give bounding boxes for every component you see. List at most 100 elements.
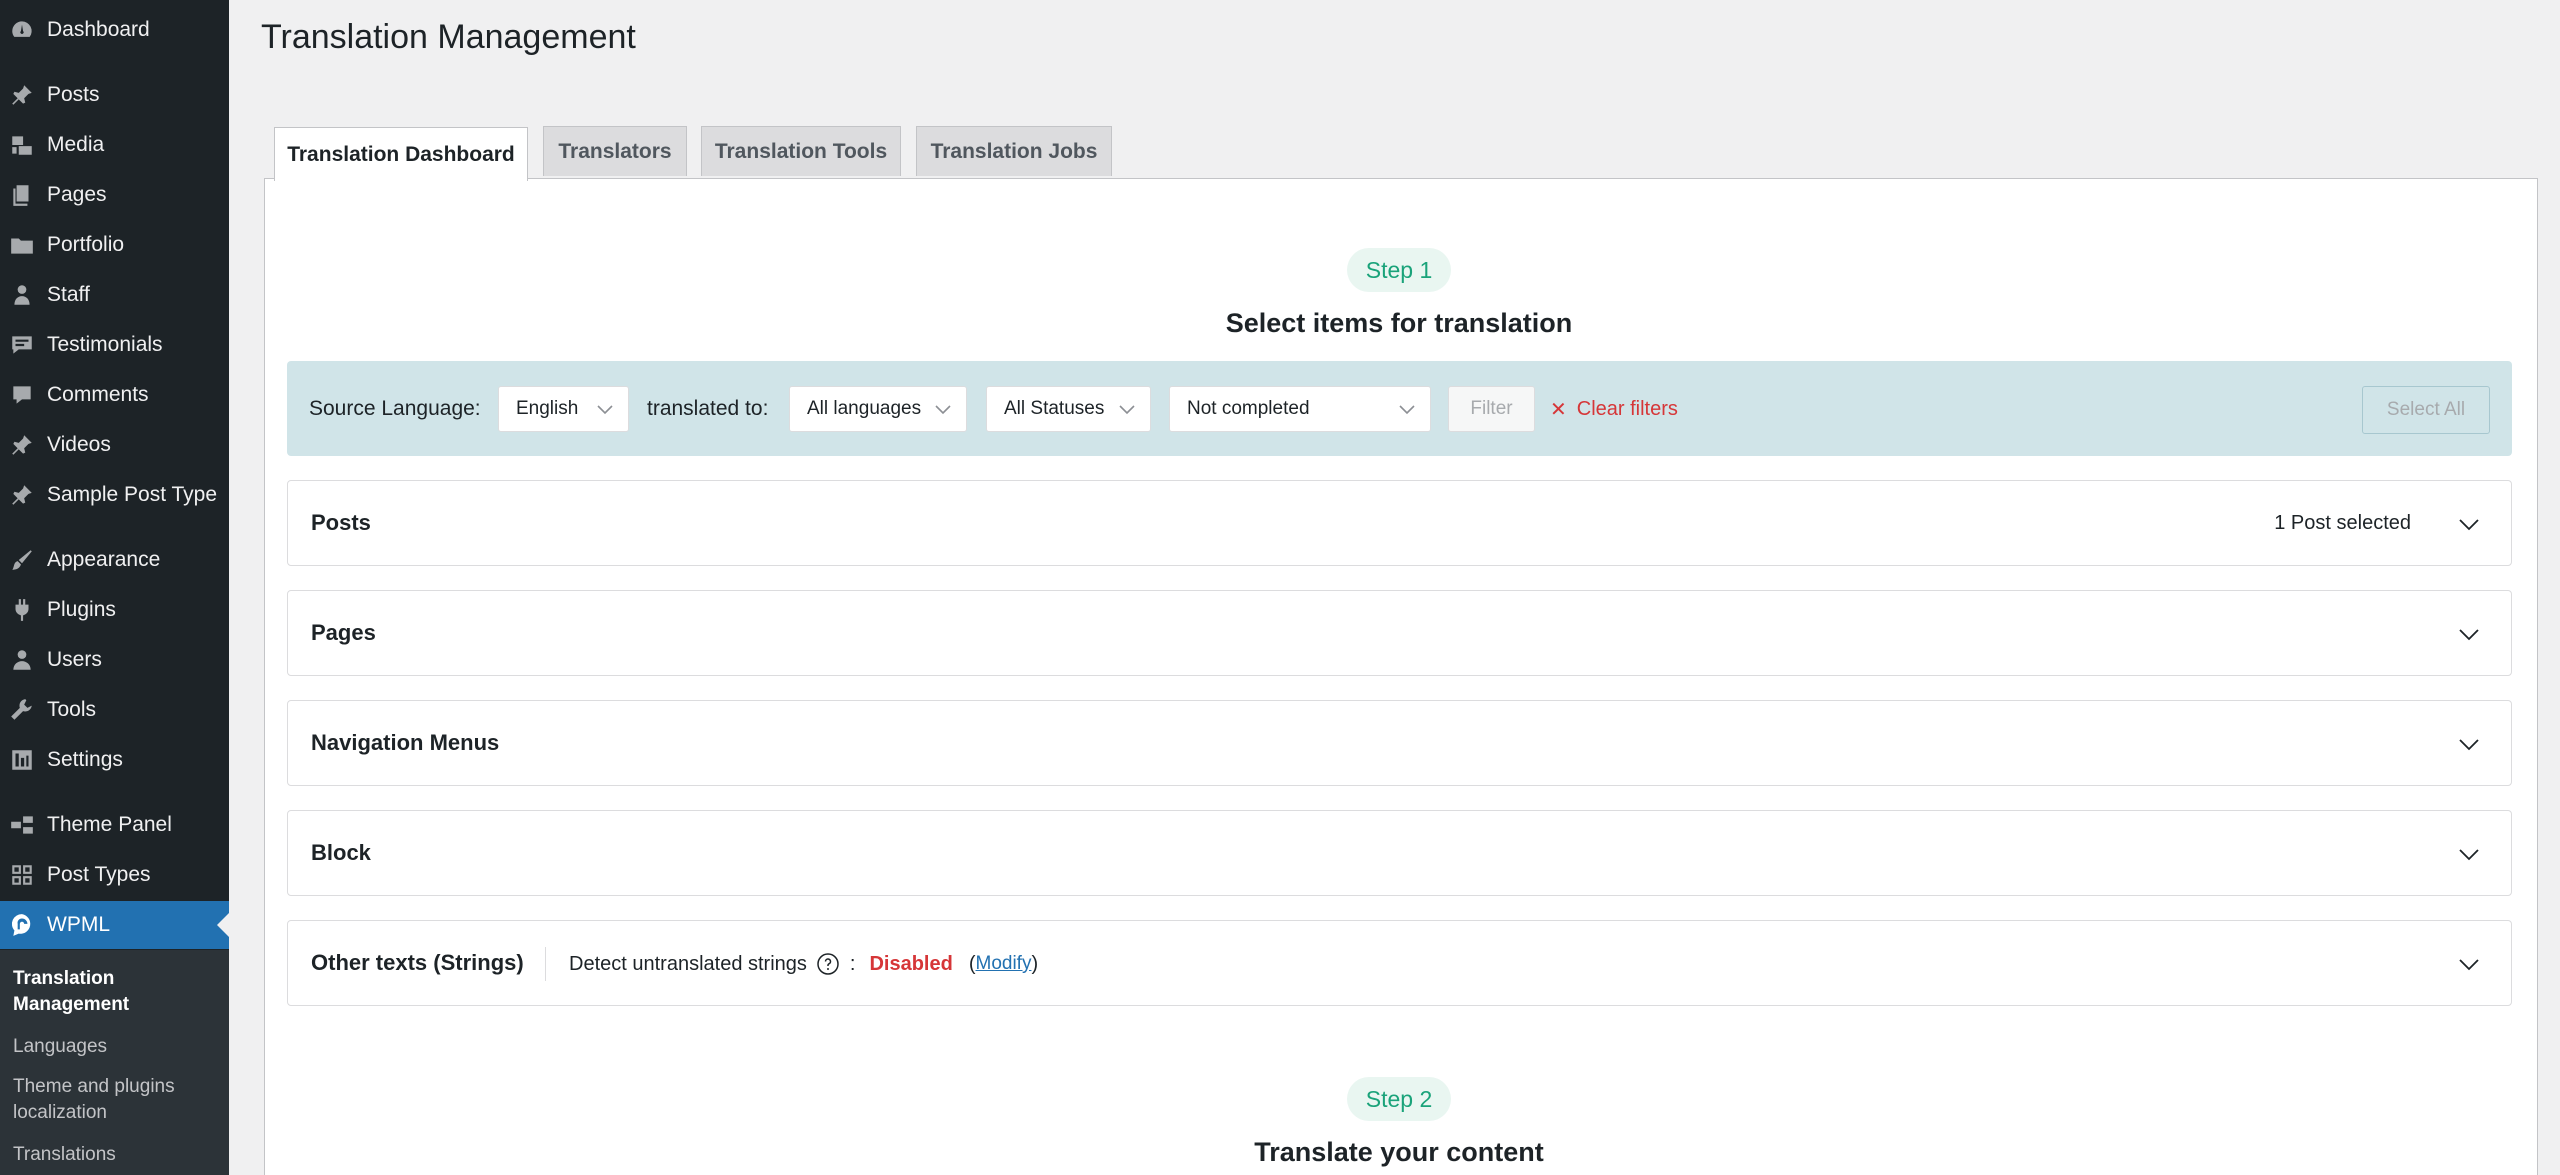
status-value: All Statuses	[1004, 398, 1105, 419]
page-title: Translation Management	[261, 18, 636, 56]
comments-icon	[8, 381, 36, 409]
admin-sidebar: Dashboard Posts Media Pages Portfolio St…	[0, 0, 229, 1175]
sidebar-item-label: Videos	[47, 433, 111, 456]
submenu-item-languages[interactable]: Languages	[13, 1034, 223, 1060]
select-all-button[interactable]: Select All	[2362, 386, 2490, 434]
sidebar-item-portfolio[interactable]: Portfolio	[0, 221, 229, 269]
sidebar-item-label: Post Types	[47, 863, 151, 886]
detect-untranslated-strings: Detect untranslated strings : Disabled (…	[569, 952, 1038, 976]
section-navigation-menus[interactable]: Navigation Menus	[287, 700, 2512, 786]
section-title: Other texts (Strings)	[311, 950, 524, 975]
detect-label: Detect untranslated strings	[569, 952, 807, 975]
close-icon: ✕	[1550, 399, 1567, 421]
testimonials-icon	[8, 331, 36, 359]
pin-icon	[8, 81, 36, 109]
sidebar-item-tools[interactable]: Tools	[0, 686, 229, 734]
sidebar-item-label: Staff	[47, 283, 90, 306]
sidebar-item-label: Plugins	[47, 598, 116, 621]
status-select[interactable]: All Statuses	[986, 386, 1151, 432]
section-block[interactable]: Block	[287, 810, 2512, 896]
clear-filters-link[interactable]: ✕ Clear filters	[1550, 397, 1678, 422]
section-pages[interactable]: Pages	[287, 590, 2512, 676]
sidebar-item-wpml[interactable]: WPML	[0, 901, 229, 949]
sidebar-item-appearance[interactable]: Appearance	[0, 536, 229, 584]
section-posts[interactable]: Posts 1 Post selected	[287, 480, 2512, 566]
section-title: Posts	[311, 510, 371, 535]
open-paren: (	[968, 952, 976, 975]
sidebar-item-posts[interactable]: Posts	[0, 71, 229, 119]
sidebar-item-sample-post-type[interactable]: Sample Post Type	[0, 471, 229, 519]
sidebar-item-label: WPML	[47, 913, 110, 936]
filter-button[interactable]: Filter	[1448, 386, 1535, 432]
sidebar-item-label: Dashboard	[47, 18, 150, 41]
sidebar-item-label: Appearance	[47, 548, 161, 571]
sidebar-item-label: Pages	[47, 183, 107, 206]
chevron-down-icon	[1398, 400, 1416, 418]
status-badge: Disabled	[869, 952, 953, 975]
wpml-submenu: Translation Management Languages Theme a…	[0, 950, 229, 1175]
source-language-label: Source Language:	[309, 397, 481, 420]
close-paren: )	[1031, 952, 1039, 975]
staff-icon	[8, 281, 36, 309]
submenu-item-translations[interactable]: Translations	[13, 1142, 223, 1168]
sidebar-item-label: Testimonials	[47, 333, 163, 356]
users-icon	[8, 646, 36, 674]
translated-to-label: translated to:	[647, 397, 769, 420]
chevron-down-icon[interactable]	[2457, 952, 2481, 976]
sidebar-item-label: Settings	[47, 748, 123, 771]
grid-icon	[8, 861, 36, 889]
section-strings[interactable]: Other texts (Strings) Detect untranslate…	[287, 920, 2512, 1006]
tools-icon	[8, 696, 36, 724]
tab-translation-tools[interactable]: Translation Tools	[701, 126, 901, 176]
divider	[545, 947, 546, 981]
section-title: Pages	[311, 620, 376, 645]
submenu-item-theme-plugins-localization[interactable]: Theme and plugins localization	[13, 1074, 223, 1126]
sidebar-item-plugins[interactable]: Plugins	[0, 586, 229, 634]
step-2-badge: Step 2	[1347, 1077, 1451, 1121]
sidebar-item-label: Tools	[47, 698, 97, 721]
dashboard-icon	[8, 16, 36, 44]
sidebar-item-testimonials[interactable]: Testimonials	[0, 321, 229, 369]
settings-icon	[8, 746, 36, 774]
sidebar-item-users[interactable]: Users	[0, 636, 229, 684]
sidebar-item-label: Sample Post Type	[47, 483, 218, 506]
sidebar-item-dashboard[interactable]: Dashboard	[0, 6, 229, 54]
target-languages-select[interactable]: All languages	[789, 386, 967, 432]
sidebar-item-videos[interactable]: Videos	[0, 421, 229, 469]
pin-icon	[8, 431, 36, 459]
selection-count: 1 Post selected	[2274, 512, 2411, 534]
sidebar-item-settings[interactable]: Settings	[0, 736, 229, 784]
sidebar-item-label: Portfolio	[47, 233, 125, 256]
completion-select[interactable]: Not completed	[1169, 386, 1431, 432]
sidebar-item-comments[interactable]: Comments	[0, 371, 229, 419]
tab-translation-dashboard[interactable]: Translation Dashboard	[274, 127, 528, 181]
chevron-down-icon[interactable]	[2457, 842, 2481, 866]
step-1-badge: Step 1	[1347, 248, 1451, 292]
tab-translators[interactable]: Translators	[543, 126, 687, 176]
tab-translation-jobs[interactable]: Translation Jobs	[916, 126, 1112, 176]
plugins-icon	[8, 596, 36, 624]
pin-icon	[8, 481, 36, 509]
source-language-select[interactable]: English	[498, 386, 629, 432]
step-1-title: Select items for translation	[1225, 308, 1573, 338]
sidebar-item-label: Users	[47, 648, 102, 671]
appearance-icon	[8, 546, 36, 574]
sidebar-item-theme-panel[interactable]: Theme Panel	[0, 801, 229, 849]
chevron-down-icon[interactable]	[2457, 622, 2481, 646]
sidebar-item-media[interactable]: Media	[0, 121, 229, 169]
chevron-down-icon	[1118, 400, 1136, 418]
colon: :	[849, 952, 856, 975]
sidebar-item-post-types[interactable]: Post Types	[0, 851, 229, 899]
chevron-down-icon[interactable]	[2457, 732, 2481, 756]
sidebar-item-staff[interactable]: Staff	[0, 271, 229, 319]
modify-link[interactable]: Modify	[976, 953, 1032, 975]
sidebar-item-label: Media	[47, 133, 105, 156]
chevron-down-icon	[596, 400, 614, 418]
help-icon[interactable]	[816, 952, 840, 976]
submenu-item-translation-management[interactable]: Translation Management	[13, 966, 223, 1018]
section-title: Block	[311, 840, 371, 865]
sidebar-item-pages[interactable]: Pages	[0, 171, 229, 219]
chevron-down-icon[interactable]	[2457, 512, 2481, 536]
media-icon	[8, 131, 36, 159]
filter-bar: Source Language: English translated to: …	[287, 361, 2512, 456]
